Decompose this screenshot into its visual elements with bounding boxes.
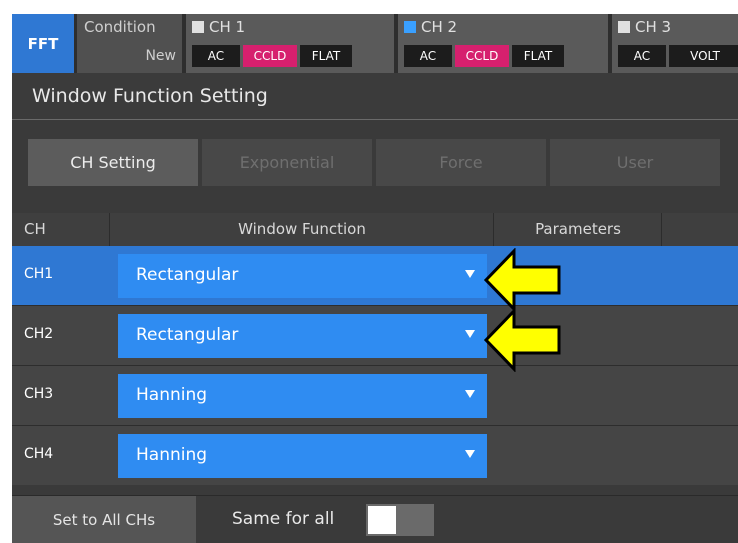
channel-3-status[interactable]: CH 3 AC VOLT	[612, 14, 738, 73]
set-to-all-button[interactable]: Set to All CHs	[12, 496, 196, 543]
app-frame: FFT Condition New CH 1 AC CCLD FLAT CH 2…	[12, 14, 738, 543]
dropdown-value: Hanning	[136, 385, 208, 405]
triangle-down-icon	[465, 450, 475, 458]
same-for-all-label: Same for all	[232, 509, 335, 529]
table-row[interactable]: CH1 Rectangular	[12, 246, 738, 305]
dropdown-value: Rectangular	[136, 325, 239, 345]
tab-ch-setting[interactable]: CH Setting	[28, 139, 198, 186]
channel-color-icon	[192, 21, 204, 33]
chip-flat: FLAT	[300, 45, 352, 67]
bottom-bar: Set to All CHs Same for all	[12, 495, 738, 543]
dialog-title: Window Function Setting	[32, 85, 268, 107]
channel-2-name: CH 2	[421, 18, 458, 36]
tab-exponential[interactable]: Exponential	[202, 139, 372, 186]
row-channel-label: CH3	[24, 386, 54, 402]
row-channel-label: CH2	[24, 326, 54, 342]
chip-coupling: AC	[404, 45, 452, 67]
channel-1-status[interactable]: CH 1 AC CCLD FLAT	[186, 14, 394, 73]
chip-ccld: CCLD	[455, 45, 509, 67]
window-function-dropdown[interactable]: Hanning	[118, 374, 487, 418]
row-channel-label: CH1	[24, 266, 54, 282]
triangle-down-icon	[465, 390, 475, 398]
channel-2-status[interactable]: CH 2 AC CCLD FLAT	[398, 14, 608, 73]
condition-panel[interactable]: Condition New	[77, 14, 182, 73]
table-header: CH Window Function Parameters	[12, 213, 738, 246]
window-function-dropdown[interactable]: Hanning	[118, 434, 487, 478]
chip-coupling: AC	[192, 45, 240, 67]
row-channel-label: CH4	[24, 446, 54, 462]
column-header-parameters: Parameters	[493, 213, 662, 246]
table-row[interactable]: CH4 Hanning	[12, 426, 738, 485]
channel-color-icon	[404, 21, 416, 33]
column-header-ch: CH	[24, 220, 46, 238]
table-row[interactable]: CH3 Hanning	[12, 366, 738, 425]
channel-color-icon	[618, 21, 630, 33]
condition-label: Condition	[84, 18, 156, 36]
yellow-arrow-left-icon	[484, 248, 561, 312]
column-header-extra	[661, 213, 738, 246]
dialog-title-bar: Window Function Setting	[12, 73, 738, 120]
tab-user[interactable]: User	[550, 139, 720, 186]
table-row[interactable]: CH2 Rectangular	[12, 306, 738, 365]
triangle-down-icon	[465, 330, 475, 338]
chip-coupling: AC	[618, 45, 666, 67]
tab-force[interactable]: Force	[376, 139, 546, 186]
status-bar: FFT Condition New CH 1 AC CCLD FLAT CH 2…	[12, 14, 738, 73]
chip-volt: VOLT	[669, 45, 738, 67]
toggle-knob	[368, 506, 396, 534]
channel-1-name: CH 1	[209, 18, 246, 36]
chip-ccld: CCLD	[243, 45, 297, 67]
triangle-down-icon	[465, 270, 475, 278]
same-for-all-toggle[interactable]	[366, 504, 434, 536]
window-function-dropdown[interactable]: Rectangular	[118, 254, 487, 298]
mode-fft-button[interactable]: FFT	[12, 14, 74, 73]
yellow-arrow-left-icon	[484, 308, 561, 372]
dropdown-value: Rectangular	[136, 265, 239, 285]
dropdown-value: Hanning	[136, 445, 208, 465]
tab-bar: CH Setting Exponential Force User	[28, 139, 720, 186]
condition-value: New	[145, 48, 176, 64]
chip-flat: FLAT	[512, 45, 564, 67]
channel-3-name: CH 3	[635, 18, 672, 36]
column-header-window-function: Window Function	[109, 213, 494, 246]
window-function-dropdown[interactable]: Rectangular	[118, 314, 487, 358]
